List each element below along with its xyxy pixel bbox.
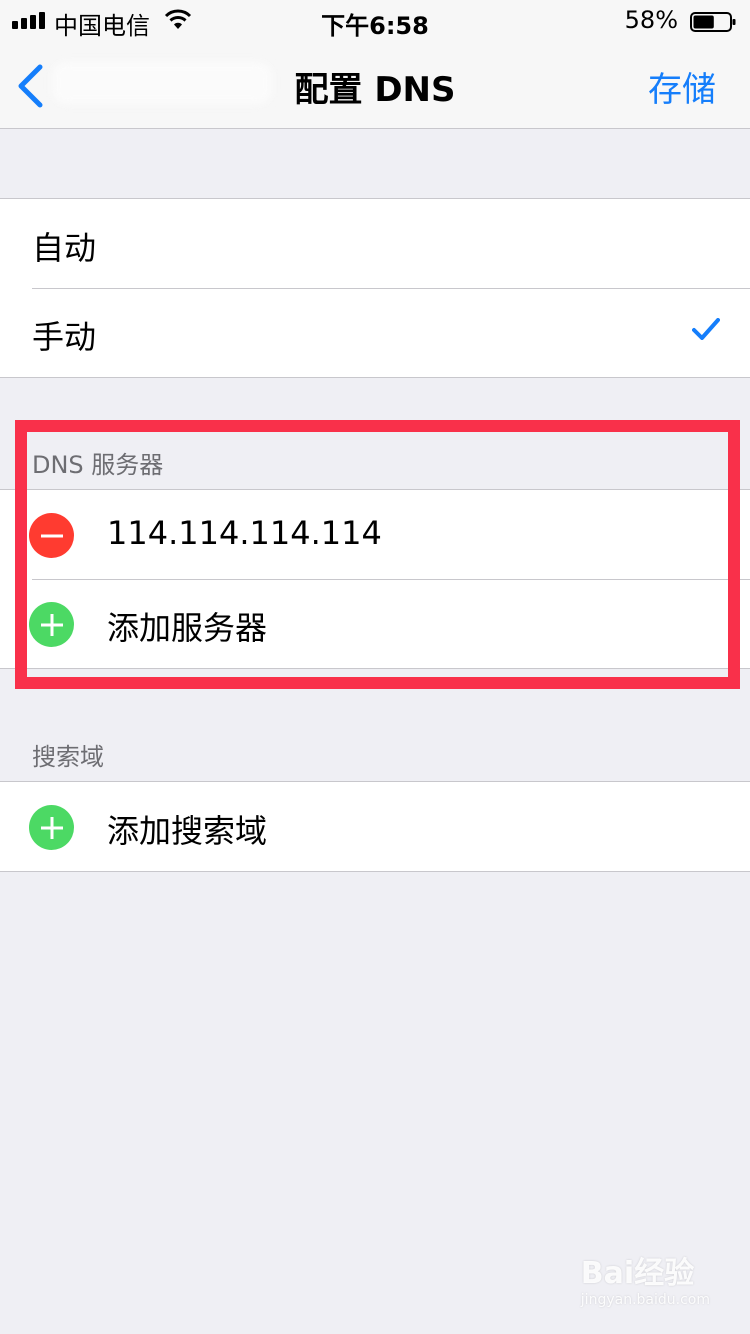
- nav-bar: 配置 DNS 存储: [0, 40, 750, 129]
- delete-circle-icon[interactable]: [29, 513, 74, 558]
- status-bar: 中国电信 下午6:58 58%: [0, 0, 750, 40]
- dns-mode-group: 自动 手动: [0, 198, 750, 378]
- mode-option-manual[interactable]: 手动: [0, 288, 750, 377]
- add-circle-icon[interactable]: [29, 805, 74, 850]
- dns-servers-header: DNS 服务器: [32, 451, 164, 479]
- search-domains-header: 搜索域: [32, 743, 104, 771]
- dns-server-address[interactable]: 114.114.114.114: [107, 514, 382, 552]
- dns-server-row: 114.114.114.114: [0, 490, 750, 579]
- add-server-label: 添加服务器: [107, 609, 268, 647]
- baidu-watermark: Bai经验 jingyan.baidu.com: [581, 1248, 710, 1308]
- watermark-url: jingyan.baidu.com: [580, 1292, 710, 1308]
- add-circle-icon[interactable]: [29, 602, 74, 647]
- mode-option-auto[interactable]: 自动: [0, 199, 750, 288]
- battery-percentage: 58%: [624, 6, 678, 34]
- mode-option-label: 自动: [32, 229, 97, 267]
- search-domains-group: 添加搜索域: [0, 781, 750, 872]
- save-button[interactable]: 存储: [648, 62, 716, 111]
- add-search-domain-row[interactable]: 添加搜索域: [0, 782, 750, 871]
- battery-icon: [690, 10, 736, 32]
- dns-servers-group: 114.114.114.114 添加服务器: [0, 489, 750, 669]
- checkmark-icon: [692, 318, 720, 344]
- watermark-logo: Bai经验: [580, 1256, 695, 1291]
- page-title: 配置 DNS: [294, 70, 456, 110]
- mode-option-label: 手动: [32, 318, 97, 356]
- add-search-domain-label: 添加搜索域: [107, 812, 268, 850]
- add-server-row[interactable]: 添加服务器: [0, 579, 750, 668]
